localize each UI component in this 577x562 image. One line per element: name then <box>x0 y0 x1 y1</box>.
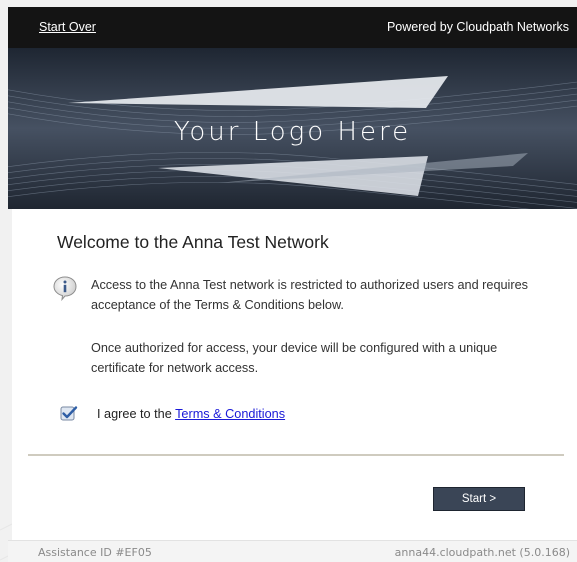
agree-checkbox[interactable] <box>60 405 78 421</box>
start-button[interactable]: Start > <box>433 487 525 511</box>
top-bar: Start Over Powered by Cloudpath Networks <box>8 7 577 48</box>
access-description: Access to the Anna Test network is restr… <box>91 278 529 312</box>
footer: Assistance ID #EF05 anna44.cloudpath.net… <box>8 540 577 562</box>
logo-banner: Your Logo Here <box>8 48 577 209</box>
host-version: anna44.cloudpath.net (5.0.168) <box>394 546 570 559</box>
start-over-link[interactable]: Start Over <box>39 20 96 34</box>
page-title: Welcome to the Anna Test Network <box>57 232 329 252</box>
agree-label: I agree to the Terms & Conditions <box>97 407 285 421</box>
assistance-id: Assistance ID #EF05 <box>38 546 152 559</box>
agree-prefix-text: I agree to the <box>97 407 176 421</box>
powered-by-label: Powered by Cloudpath Networks <box>386 20 569 34</box>
certificate-description: Once authorized for access, your device … <box>91 341 498 375</box>
terms-link[interactable]: Terms & Conditions <box>175 407 285 421</box>
logo-placeholder-text: Your Logo Here <box>173 117 412 147</box>
info-icon <box>53 276 77 301</box>
welcome-card: Welcome to the Anna Test Network Access … <box>12 209 577 540</box>
divider <box>28 454 564 456</box>
